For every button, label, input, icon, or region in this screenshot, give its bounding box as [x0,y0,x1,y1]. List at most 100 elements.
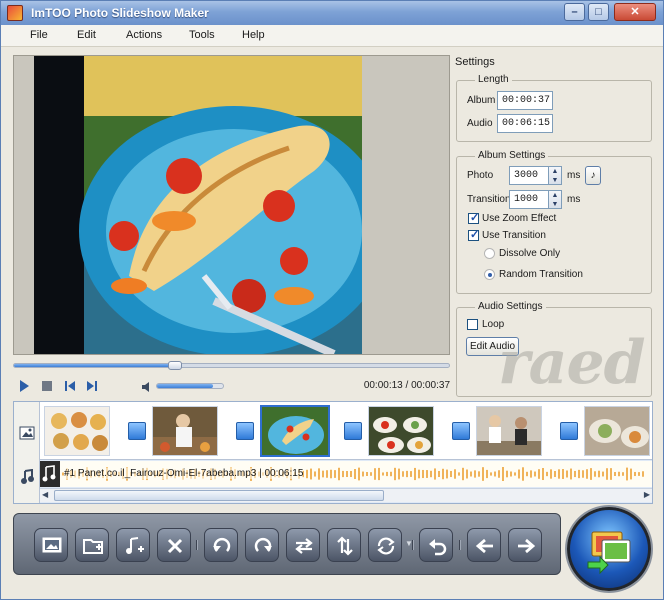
swap-horizontal-button[interactable] [286,528,320,562]
storyboard: #1 Panet.co.il_Fairouz-Omi-El-7abeba.mp3… [13,401,653,504]
volume-slider[interactable] [156,383,224,389]
transition-marker[interactable] [344,422,362,440]
close-button[interactable]: ✕ [614,3,656,21]
transition-marker[interactable] [128,422,146,440]
add-folder-button[interactable] [75,528,109,562]
waveform-bar [562,469,564,479]
album-length-field[interactable]: 00:00:37 [497,91,553,110]
waveform-bar [462,467,464,481]
photo-thumbnail[interactable] [368,406,434,456]
waveform-bar [530,470,532,478]
transition-duration-spinner[interactable]: ▲ ▼ [548,190,562,209]
waveform-bar [390,471,392,477]
audio-track[interactable]: #1 Panet.co.il_Fairouz-Omi-El-7abeba.mp3… [40,461,652,487]
scroll-thumb[interactable] [54,490,384,501]
waveform-bar [506,470,508,478]
waveform-bar [346,470,348,478]
photo-track [40,402,652,460]
time-readout: 00:00:13 / 00:00:37 [363,380,450,391]
photo-music-button[interactable]: ♪ [585,166,601,185]
previous-icon[interactable] [63,379,77,393]
transition-marker[interactable] [236,422,254,440]
volume-level [157,384,214,388]
waveform-bar [418,469,420,479]
scroll-left-icon[interactable]: ◀ [42,490,48,499]
menu-file[interactable]: File [30,29,48,41]
waveform-bar [430,470,432,478]
photo-thumbnail[interactable] [584,406,650,456]
next-icon[interactable] [85,379,99,393]
waveform-bar [478,471,480,477]
stop-icon[interactable] [40,379,54,393]
create-slideshow-button[interactable] [567,507,651,591]
swap-vertical-button[interactable] [327,528,361,562]
volume-icon[interactable] [140,380,154,394]
waveform-bar [626,467,628,481]
play-icon[interactable] [17,379,31,393]
waveform-bar [466,469,468,479]
waveform-bar [514,472,516,476]
menu-actions[interactable]: Actions [126,29,162,41]
move-right-button[interactable] [508,528,542,562]
create-slideshow-icon [587,531,631,575]
transition-marker[interactable] [452,422,470,440]
waveform-bar [638,472,640,476]
waveform-bar [582,470,584,478]
minimize-button[interactable]: – [564,3,585,21]
photo-thumbnail-selected[interactable] [260,405,330,457]
undo-button[interactable] [419,528,453,562]
zoom-effect-checkbox[interactable] [468,211,479,224]
waveform-bar [366,472,368,476]
use-transition-checkbox[interactable] [468,228,479,241]
audio-settings-legend: Audio Settings [475,301,546,312]
random-transition-radio[interactable] [484,269,495,280]
add-music-button[interactable] [116,528,150,562]
length-legend: Length [475,74,512,85]
waveform-bar [398,468,400,480]
preview-photo [34,56,362,354]
waveform-bar [310,468,312,480]
audio-length-field[interactable]: 00:06:15 [497,114,553,133]
rotate-left-button[interactable] [204,528,238,562]
waveform-bar [602,471,604,477]
menu-help[interactable]: Help [242,29,265,41]
arrow-left-icon [475,538,493,554]
scroll-right-icon[interactable]: ▶ [644,490,650,499]
seek-bar[interactable] [13,361,450,370]
waveform-bar [578,469,580,479]
waveform-bar [518,469,520,479]
delete-button[interactable] [157,528,191,562]
photo-duration-field[interactable]: 3000 [509,166,549,185]
waveform-bar [334,470,336,478]
transition-duration-field[interactable]: 1000 [509,190,549,209]
swap-horizontal-icon [295,538,313,554]
waveform-bar [542,467,544,481]
photo-thumbnail[interactable] [152,406,218,456]
transport-controls: 00:00:13 / 00:00:37 [13,376,450,398]
add-photo-button[interactable] [34,528,68,562]
toolbar-separator [412,540,414,550]
transition-effect-button[interactable] [368,528,402,562]
waveform-bar [470,471,472,477]
app-window: ImTOO Photo Slideshow Maker – □ ✕ File E… [0,0,664,600]
undo-icon [429,539,447,556]
seek-thumb[interactable] [167,361,182,370]
waveform-bar [494,471,496,477]
maximize-button[interactable]: □ [588,3,609,21]
waveform-bar [618,471,620,477]
waveform-bar [422,469,424,479]
photo-thumbnail[interactable] [476,406,542,456]
photo-thumbnail[interactable] [44,406,110,456]
storyboard-scrollbar[interactable]: ◀ ▶ [40,488,652,502]
menu-tools[interactable]: Tools [189,29,215,41]
photo-duration-spinner[interactable]: ▲ ▼ [548,166,562,185]
move-left-button[interactable] [467,528,501,562]
waveform-bar [370,472,372,476]
transition-marker[interactable] [560,422,578,440]
menu-edit[interactable]: Edit [77,29,96,41]
waveform-bar [502,467,504,481]
dissolve-only-radio[interactable] [484,248,495,259]
waveform-bar [306,469,308,479]
rotate-right-button[interactable] [245,528,279,562]
loop-checkbox[interactable] [467,319,478,330]
